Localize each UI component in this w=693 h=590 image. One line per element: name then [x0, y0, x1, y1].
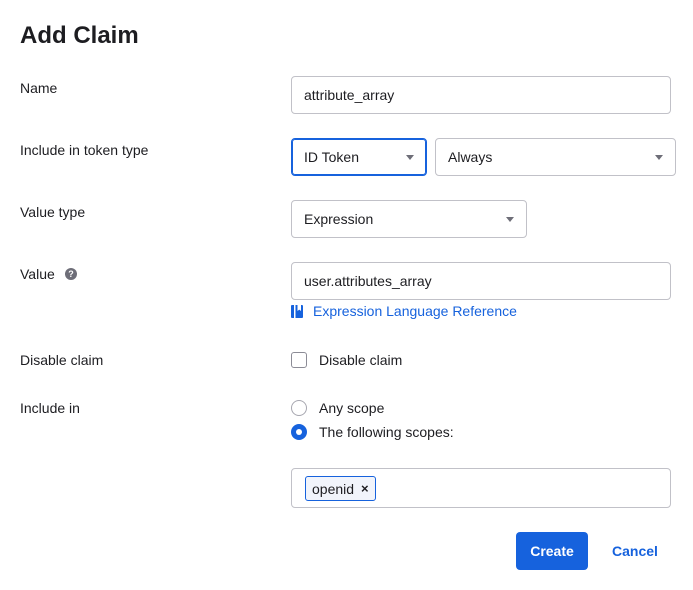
token-type-select[interactable]: ID Token	[291, 138, 427, 176]
any-scope-label[interactable]: Any scope	[319, 400, 384, 416]
dialog-title: Add Claim	[20, 22, 139, 49]
scope-chip: openid ×	[305, 476, 376, 501]
token-type-value: ID Token	[304, 149, 359, 165]
disable-claim-checkbox[interactable]	[291, 352, 307, 368]
close-icon[interactable]: ×	[361, 481, 369, 496]
book-icon	[291, 304, 303, 318]
value-input[interactable]: user.attributes_array	[291, 262, 671, 300]
value-type-value: Expression	[304, 211, 374, 227]
cancel-button[interactable]: Cancel	[604, 532, 666, 570]
name-input[interactable]: attribute_array	[291, 76, 671, 114]
following-scopes-radio[interactable]	[291, 424, 307, 440]
token-frequency-select[interactable]: Always	[435, 138, 676, 176]
value-label: Value	[20, 266, 55, 282]
value-type-select[interactable]: Expression	[291, 200, 527, 238]
help-icon[interactable]: ?	[65, 268, 77, 280]
chevron-down-icon	[655, 154, 663, 160]
value-input-value: user.attributes_array	[304, 273, 432, 289]
name-label: Name	[20, 80, 58, 96]
chevron-down-icon	[406, 154, 414, 160]
following-scopes-label[interactable]: The following scopes:	[319, 424, 454, 440]
create-button[interactable]: Create	[516, 532, 588, 570]
expression-language-link-text: Expression Language Reference	[313, 303, 517, 319]
chevron-down-icon	[506, 216, 514, 222]
disable-claim-label: Disable claim	[20, 352, 104, 368]
name-input-value: attribute_array	[304, 87, 395, 103]
token-type-label: Include in token type	[20, 142, 149, 158]
scopes-input[interactable]: openid ×	[291, 468, 671, 508]
any-scope-radio[interactable]	[291, 400, 307, 416]
expression-language-link[interactable]: Expression Language Reference	[291, 303, 517, 319]
scope-chip-label: openid	[312, 480, 355, 497]
token-frequency-value: Always	[448, 149, 493, 165]
value-type-label: Value type	[20, 204, 86, 220]
include-in-label: Include in	[20, 400, 80, 416]
disable-claim-checkbox-label[interactable]: Disable claim	[319, 352, 402, 368]
